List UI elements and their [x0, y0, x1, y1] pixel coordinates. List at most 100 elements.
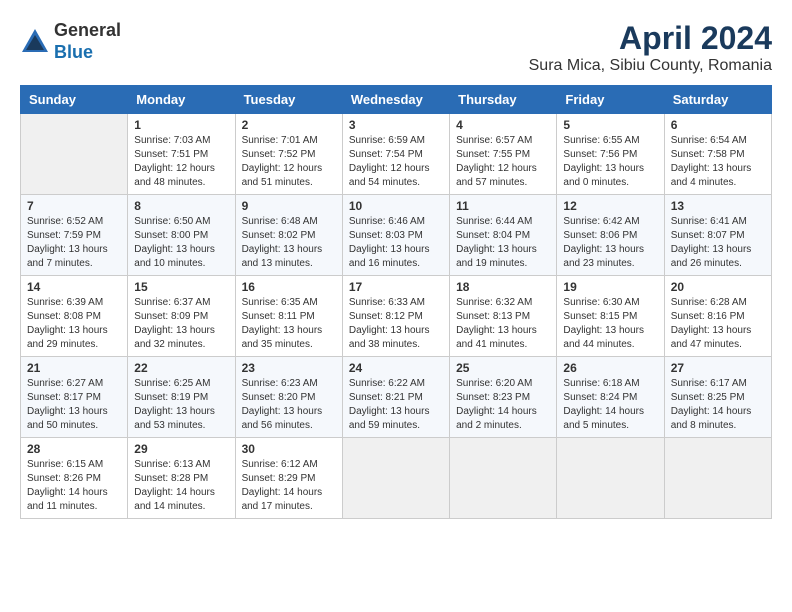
- day-info: Sunrise: 6:52 AM Sunset: 7:59 PM Dayligh…: [27, 215, 121, 271]
- page-title: April 2024: [529, 20, 772, 57]
- day-number: 10: [349, 199, 443, 213]
- day-number: 22: [134, 361, 228, 375]
- day-number: 30: [242, 442, 336, 456]
- calendar-cell: 27 Sunrise: 6:17 AM Sunset: 8:25 PM Dayli…: [664, 357, 771, 438]
- day-number: 24: [349, 361, 443, 375]
- calendar-cell: 11Sunrise: 6:44 AM Sunset: 8:04 PM Dayli…: [450, 195, 557, 276]
- day-info: Sunrise: 6:42 AM Sunset: 8:06 PM Dayligh…: [563, 215, 657, 271]
- day-number: 9: [242, 199, 336, 213]
- day-number: 29: [134, 442, 228, 456]
- day-info: Sunrise: 6:30 AM Sunset: 8:15 PM Dayligh…: [563, 296, 657, 352]
- day-info: Sunrise: 6:17 AM Sunset: 8:25 PM Dayligh…: [671, 377, 765, 433]
- day-info: Sunrise: 6:27 AM Sunset: 8:17 PM Dayligh…: [27, 377, 121, 433]
- calendar-cell: 8 Sunrise: 6:50 AM Sunset: 8:00 PM Daylig…: [128, 195, 235, 276]
- calendar-cell: 16 Sunrise: 6:35 AM Sunset: 8:11 PM Dayli…: [235, 276, 342, 357]
- day-info: Sunrise: 6:20 AM Sunset: 8:23 PM Dayligh…: [456, 377, 550, 433]
- day-number: 1: [134, 118, 228, 132]
- day-info: Sunrise: 6:55 AM Sunset: 7:56 PM Dayligh…: [563, 134, 657, 190]
- calendar-cell: [21, 114, 128, 195]
- day-number: 13: [671, 199, 765, 213]
- calendar-cell: [664, 438, 771, 519]
- day-info: Sunrise: 6:41 AM Sunset: 8:07 PM Dayligh…: [671, 215, 765, 271]
- day-number: 6: [671, 118, 765, 132]
- calendar-cell: 17Sunrise: 6:33 AM Sunset: 8:12 PM Dayli…: [342, 276, 449, 357]
- calendar-cell: 30 Sunrise: 6:12 AM Sunset: 8:29 PM Dayli…: [235, 438, 342, 519]
- calendar-cell: 13 Sunrise: 6:41 AM Sunset: 8:07 PM Dayli…: [664, 195, 771, 276]
- calendar-week-4: 21 Sunrise: 6:27 AM Sunset: 8:17 PM Dayli…: [21, 357, 772, 438]
- day-number: 17: [349, 280, 443, 294]
- calendar-cell: 14 Sunrise: 6:39 AM Sunset: 8:08 PM Dayli…: [21, 276, 128, 357]
- day-number: 27: [671, 361, 765, 375]
- day-number: 20: [671, 280, 765, 294]
- day-info: Sunrise: 6:35 AM Sunset: 8:11 PM Dayligh…: [242, 296, 336, 352]
- calendar-cell: 12 Sunrise: 6:42 AM Sunset: 8:06 PM Dayli…: [557, 195, 664, 276]
- day-info: Sunrise: 6:23 AM Sunset: 8:20 PM Dayligh…: [242, 377, 336, 433]
- page-subtitle: Sura Mica, Sibiu County, Romania: [529, 57, 772, 75]
- calendar-cell: [450, 438, 557, 519]
- day-number: 18: [456, 280, 550, 294]
- day-number: 28: [27, 442, 121, 456]
- calendar-table: SundayMondayTuesdayWednesdayThursdayFrid…: [20, 85, 772, 519]
- day-info: Sunrise: 6:50 AM Sunset: 8:00 PM Dayligh…: [134, 215, 228, 271]
- day-number: 2: [242, 118, 336, 132]
- day-number: 16: [242, 280, 336, 294]
- calendar-cell: [342, 438, 449, 519]
- calendar-cell: 15 Sunrise: 6:37 AM Sunset: 8:09 PM Dayli…: [128, 276, 235, 357]
- day-info: Sunrise: 6:46 AM Sunset: 8:03 PM Dayligh…: [349, 215, 443, 271]
- day-number: 3: [349, 118, 443, 132]
- day-info: Sunrise: 6:48 AM Sunset: 8:02 PM Dayligh…: [242, 215, 336, 271]
- day-info: Sunrise: 6:39 AM Sunset: 8:08 PM Dayligh…: [27, 296, 121, 352]
- calendar-week-3: 14 Sunrise: 6:39 AM Sunset: 8:08 PM Dayli…: [21, 276, 772, 357]
- calendar-cell: 24 Sunrise: 6:22 AM Sunset: 8:21 PM Dayli…: [342, 357, 449, 438]
- calendar-cell: 1Sunrise: 7:03 AM Sunset: 7:51 PM Daylig…: [128, 114, 235, 195]
- calendar-header-thursday: Thursday: [450, 86, 557, 114]
- day-info: Sunrise: 6:57 AM Sunset: 7:55 PM Dayligh…: [456, 134, 550, 190]
- calendar-cell: 22 Sunrise: 6:25 AM Sunset: 8:19 PM Dayli…: [128, 357, 235, 438]
- calendar-header-friday: Friday: [557, 86, 664, 114]
- day-number: 19: [563, 280, 657, 294]
- day-info: Sunrise: 6:59 AM Sunset: 7:54 PM Dayligh…: [349, 134, 443, 190]
- calendar-cell: 5 Sunrise: 6:55 AM Sunset: 7:56 PM Daylig…: [557, 114, 664, 195]
- calendar-week-2: 7Sunrise: 6:52 AM Sunset: 7:59 PM Daylig…: [21, 195, 772, 276]
- logo-blue: Blue: [54, 42, 93, 62]
- calendar-cell: 23Sunrise: 6:23 AM Sunset: 8:20 PM Dayli…: [235, 357, 342, 438]
- day-info: Sunrise: 6:32 AM Sunset: 8:13 PM Dayligh…: [456, 296, 550, 352]
- day-number: 14: [27, 280, 121, 294]
- calendar-header-monday: Monday: [128, 86, 235, 114]
- day-number: 21: [27, 361, 121, 375]
- day-number: 4: [456, 118, 550, 132]
- day-info: Sunrise: 6:37 AM Sunset: 8:09 PM Dayligh…: [134, 296, 228, 352]
- logo-text: General Blue: [54, 20, 121, 63]
- day-info: Sunrise: 7:01 AM Sunset: 7:52 PM Dayligh…: [242, 134, 336, 190]
- day-number: 11: [456, 199, 550, 213]
- logo-general: General: [54, 20, 121, 40]
- day-info: Sunrise: 6:13 AM Sunset: 8:28 PM Dayligh…: [134, 458, 228, 514]
- calendar-header-tuesday: Tuesday: [235, 86, 342, 114]
- day-info: Sunrise: 6:15 AM Sunset: 8:26 PM Dayligh…: [27, 458, 121, 514]
- calendar-header-row: SundayMondayTuesdayWednesdayThursdayFrid…: [21, 86, 772, 114]
- day-number: 8: [134, 199, 228, 213]
- day-info: Sunrise: 6:54 AM Sunset: 7:58 PM Dayligh…: [671, 134, 765, 190]
- page-header: General Blue April 2024 Sura Mica, Sibiu…: [20, 20, 772, 75]
- day-number: 26: [563, 361, 657, 375]
- calendar-cell: 10 Sunrise: 6:46 AM Sunset: 8:03 PM Dayli…: [342, 195, 449, 276]
- day-number: 15: [134, 280, 228, 294]
- calendar-cell: 7Sunrise: 6:52 AM Sunset: 7:59 PM Daylig…: [21, 195, 128, 276]
- logo-icon: [20, 27, 50, 57]
- calendar-header-wednesday: Wednesday: [342, 86, 449, 114]
- day-info: Sunrise: 6:12 AM Sunset: 8:29 PM Dayligh…: [242, 458, 336, 514]
- calendar-cell: 4 Sunrise: 6:57 AM Sunset: 7:55 PM Daylig…: [450, 114, 557, 195]
- calendar-cell: 9 Sunrise: 6:48 AM Sunset: 8:02 PM Daylig…: [235, 195, 342, 276]
- calendar-cell: 28 Sunrise: 6:15 AM Sunset: 8:26 PM Dayli…: [21, 438, 128, 519]
- day-info: Sunrise: 6:25 AM Sunset: 8:19 PM Dayligh…: [134, 377, 228, 433]
- day-number: 12: [563, 199, 657, 213]
- calendar-cell: 2 Sunrise: 7:01 AM Sunset: 7:52 PM Daylig…: [235, 114, 342, 195]
- calendar-cell: 25 Sunrise: 6:20 AM Sunset: 8:23 PM Dayli…: [450, 357, 557, 438]
- calendar-cell: 19 Sunrise: 6:30 AM Sunset: 8:15 PM Dayli…: [557, 276, 664, 357]
- calendar-header-sunday: Sunday: [21, 86, 128, 114]
- day-number: 25: [456, 361, 550, 375]
- day-number: 5: [563, 118, 657, 132]
- day-info: Sunrise: 6:22 AM Sunset: 8:21 PM Dayligh…: [349, 377, 443, 433]
- calendar-cell: 29 Sunrise: 6:13 AM Sunset: 8:28 PM Dayli…: [128, 438, 235, 519]
- calendar-cell: [557, 438, 664, 519]
